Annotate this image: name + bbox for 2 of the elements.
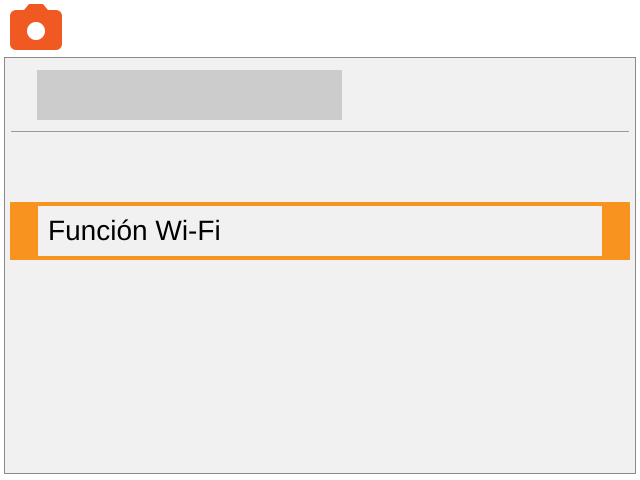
camera-icon bbox=[10, 4, 62, 50]
menu-item[interactable]: Función Wi-Fi bbox=[10, 202, 630, 260]
